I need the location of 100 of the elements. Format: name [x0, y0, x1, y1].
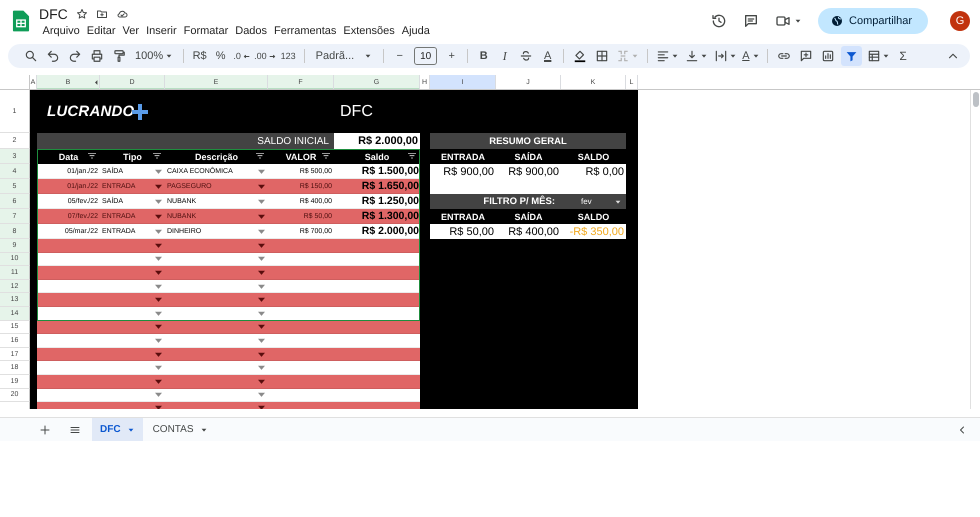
functions-button[interactable]: Σ [892, 46, 914, 66]
dropdown-arrow-icon[interactable] [155, 214, 162, 218]
number-format-button[interactable]: 123 [278, 46, 299, 66]
filter-views-icon[interactable] [866, 49, 881, 63]
menu-item[interactable]: Arquivo [39, 24, 84, 36]
filter-icon[interactable] [153, 153, 161, 159]
text-wrap-icon[interactable] [714, 49, 728, 63]
dropdown-arrow-icon[interactable] [155, 198, 162, 204]
comment-icon[interactable] [743, 13, 760, 29]
dropdown-arrow-icon[interactable] [258, 352, 265, 357]
avatar[interactable]: G [950, 11, 970, 31]
logo-text: LUCRANDO [47, 103, 134, 120]
dropdown-arrow-icon[interactable] [258, 392, 265, 398]
chart-icon[interactable] [820, 49, 835, 63]
strikethrough-icon[interactable] [519, 49, 534, 63]
dropdown-arrow-icon[interactable] [155, 405, 162, 409]
menu-item[interactable]: Inserir [142, 24, 180, 36]
increase-font-size-button[interactable]: + [441, 46, 462, 66]
history-icon[interactable] [711, 13, 728, 29]
dropdown-arrow-icon[interactable] [155, 256, 162, 262]
sheets-logo-icon[interactable] [12, 9, 30, 33]
dropdown-arrow-icon[interactable] [258, 365, 265, 370]
filter-icon[interactable] [256, 153, 264, 159]
dropdown-arrow-icon[interactable] [155, 324, 162, 330]
filter-icon[interactable] [408, 153, 416, 159]
dropdown-arrow-icon[interactable] [258, 378, 265, 384]
text-rotation-button[interactable]: A [740, 46, 762, 66]
star-icon[interactable] [76, 8, 88, 20]
currency-button[interactable]: R$ [189, 46, 210, 66]
dropdown-arrow-icon[interactable] [155, 184, 162, 188]
dropdown-arrow-icon[interactable] [258, 324, 265, 330]
dropdown-arrow-icon[interactable] [258, 214, 265, 218]
dropdown-arrow-icon[interactable] [258, 184, 265, 188]
dropdown-arrow-icon[interactable] [258, 168, 265, 174]
share-button[interactable]: Compartilhar [818, 8, 928, 34]
paint-format-icon[interactable] [112, 49, 126, 63]
dropdown-arrow-icon[interactable] [258, 228, 265, 234]
table-cell-text: R$ 1.500,00 [360, 165, 420, 177]
menu-item[interactable]: Ferramentas [270, 24, 340, 36]
dropdown-arrow-icon[interactable] [155, 297, 162, 302]
sheet-tab[interactable]: CONTAS [144, 418, 216, 441]
borders-icon[interactable] [595, 49, 610, 63]
decrease-font-size-button[interactable]: − [389, 46, 410, 66]
dropdown-arrow-icon[interactable] [155, 168, 162, 174]
search-icon[interactable] [24, 49, 38, 63]
menu-item[interactable]: Ajuda [398, 24, 434, 36]
decrease-decimals-button[interactable]: .0 [231, 46, 252, 66]
dropdown-arrow-icon[interactable] [258, 198, 265, 204]
dropdown-arrow-icon[interactable] [155, 228, 162, 234]
dropdown-arrow-icon[interactable] [155, 365, 162, 370]
dropdown-arrow-icon[interactable] [258, 405, 265, 409]
column-heading: Data [58, 152, 78, 162]
filter-icon[interactable] [88, 153, 96, 159]
dropdown-arrow-icon[interactable] [155, 352, 162, 357]
menu-item[interactable]: Extensões [340, 24, 398, 36]
print-icon[interactable] [90, 49, 104, 63]
font-dropdown[interactable]: Padrã... [310, 46, 378, 66]
cloud-icon[interactable] [116, 8, 129, 20]
filter-button[interactable] [840, 46, 862, 66]
month-dropdown[interactable]: fev [561, 194, 626, 209]
vertical-align-icon[interactable] [685, 49, 700, 63]
dropdown-arrow-icon[interactable] [258, 297, 265, 302]
zoom-dropdown[interactable]: 100% [133, 46, 176, 66]
summary-heading: SALDO [576, 150, 610, 164]
dropdown-arrow-icon[interactable] [155, 338, 162, 343]
dropdown-arrow-icon[interactable] [258, 256, 265, 262]
document-title[interactable]: DFC [39, 6, 68, 22]
filter-icon[interactable] [322, 153, 330, 159]
add-sheet-icon[interactable] [39, 424, 51, 436]
undo-icon[interactable] [46, 49, 60, 63]
dropdown-arrow-icon[interactable] [155, 310, 162, 316]
dropdown-arrow-icon[interactable] [155, 284, 162, 289]
redo-icon[interactable] [68, 49, 82, 63]
add-comment-icon[interactable] [798, 49, 813, 63]
fill-color-icon[interactable] [573, 49, 588, 63]
align-left-icon[interactable] [656, 49, 670, 63]
dropdown-arrow-icon[interactable] [258, 338, 265, 343]
menu-item[interactable]: Dados [232, 24, 271, 36]
sheet-tab[interactable]: DFC [92, 418, 143, 441]
dropdown-arrow-icon[interactable] [155, 270, 162, 275]
increase-decimals-button[interactable]: .00 [252, 46, 278, 66]
table-cell-text: R$ 1.650,00 [360, 180, 420, 192]
dropdown-arrow-icon[interactable] [258, 310, 265, 316]
scrollbar-thumb[interactable] [973, 92, 979, 107]
dropdown-arrow-icon[interactable] [258, 284, 265, 289]
folder-icon[interactable] [96, 8, 108, 20]
menu-item[interactable]: Ver [119, 24, 143, 36]
dropdown-arrow-icon[interactable] [155, 378, 162, 384]
dropdown-arrow-icon[interactable] [155, 392, 162, 398]
dropdown-arrow-icon[interactable] [258, 242, 265, 248]
font-size-field[interactable]: 10 [414, 47, 438, 65]
text-color-button[interactable]: A [537, 46, 558, 66]
percent-button[interactable]: % [210, 46, 232, 66]
menu-item[interactable]: Editar [83, 24, 120, 36]
italic-button[interactable]: I [494, 46, 516, 66]
bold-button[interactable]: B [473, 46, 494, 66]
arrow-left-icon [242, 52, 250, 60]
menu-item[interactable]: Formatar [180, 24, 232, 36]
dropdown-arrow-icon[interactable] [155, 242, 162, 248]
dropdown-arrow-icon[interactable] [258, 270, 265, 275]
